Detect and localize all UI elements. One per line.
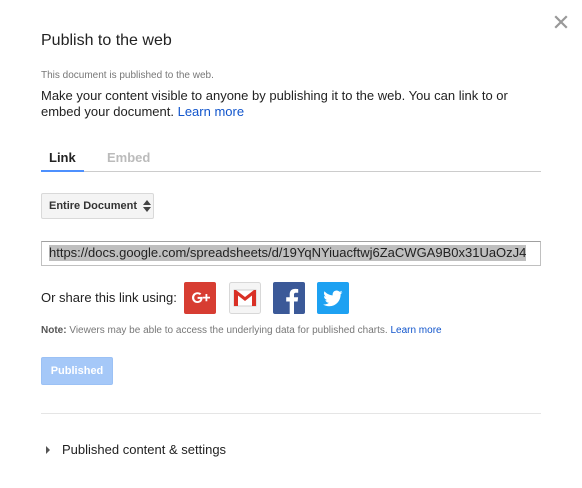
tab-bar: Link Embed — [41, 148, 541, 172]
share-label: Or share this link using: — [41, 290, 177, 305]
note-learn-more-link[interactable]: Learn more — [390, 325, 441, 336]
note-prefix: Note: — [41, 325, 67, 336]
published-url-text[interactable]: https://docs.google.com/spreadsheets/d/1… — [49, 245, 527, 261]
note-text: Viewers may be able to access the underl… — [66, 325, 391, 336]
tab-embed[interactable]: Embed — [99, 149, 158, 172]
learn-more-link[interactable]: Learn more — [178, 104, 244, 119]
published-button[interactable]: Published — [41, 357, 113, 385]
publish-scope-select[interactable]: Entire Document — [41, 193, 154, 219]
expander-label: Published content & settings — [62, 442, 227, 457]
expand-triangle-icon — [46, 446, 50, 454]
description-text: Make your content visible to anyone by p… — [41, 88, 508, 119]
up-down-arrows-icon — [143, 200, 151, 212]
divider — [41, 413, 541, 414]
twitter-icon[interactable] — [317, 282, 349, 314]
publish-status-text: This document is published to the web. — [41, 70, 214, 81]
tab-link[interactable]: Link — [41, 149, 84, 172]
google-plus-icon[interactable] — [184, 282, 216, 314]
facebook-icon[interactable] — [273, 282, 305, 314]
publish-scope-value: Entire Document — [49, 200, 138, 212]
dialog-description: Make your content visible to anyone by p… — [41, 88, 541, 120]
gmail-icon[interactable] — [229, 282, 261, 314]
published-charts-note: Note: Viewers may be able to access the … — [41, 325, 442, 336]
dialog-title: Publish to the web — [41, 32, 172, 49]
close-icon[interactable] — [553, 14, 569, 30]
publish-dialog: Publish to the web This document is publ… — [0, 0, 582, 488]
